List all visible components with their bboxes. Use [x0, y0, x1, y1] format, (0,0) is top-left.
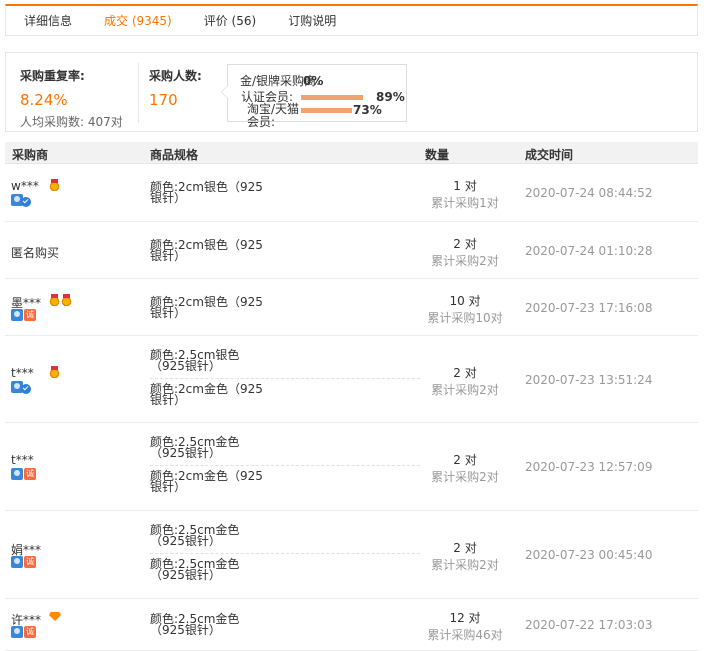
buyer-name[interactable]: t***	[11, 366, 34, 380]
transaction-time: 2020-07-22 17:03:03	[525, 618, 653, 632]
verified-user-icon[interactable]	[11, 626, 23, 638]
avg-purchase-value: 407对	[87, 115, 123, 129]
tab-details[interactable]: 详细信息	[6, 7, 88, 35]
quantity: 2 对	[453, 236, 477, 251]
quantity: 2 对	[453, 453, 477, 467]
table-row: 许*** 诚颜色:2.5cm金色（925银针） 12 对累计采购46对 2020-07…	[5, 599, 698, 651]
buyer-badges	[11, 380, 31, 394]
avg-purchase-label: 人均采购数:	[20, 115, 85, 129]
buyer-name[interactable]: w***	[11, 179, 39, 193]
product-spec: 颜色:2cm银色（925银针）	[150, 294, 263, 320]
spec-separator	[150, 378, 420, 379]
cumulative-purchase: 累计采购2对	[431, 470, 499, 484]
certified-check-icon[interactable]	[21, 197, 31, 207]
col-qty: 数量	[425, 148, 450, 162]
product-spec: 颜色:2cm银色（925银针）	[150, 180, 263, 205]
tab-bar: 详细信息 成交 (9345) 评价 (56) 订购说明	[5, 4, 698, 36]
buyer-badges-inline	[49, 179, 60, 191]
quantity: 1 对	[453, 179, 477, 193]
transaction-time: 2020-07-23 13:51:24	[525, 372, 653, 387]
cheng-badge-icon[interactable]: 诚	[24, 626, 36, 638]
popup-bar-certified	[301, 95, 363, 100]
cumulative-purchase: 累计采购46对	[427, 628, 503, 642]
cheng-badge-icon[interactable]: 诚	[24, 468, 36, 480]
cumulative-purchase: 累计采购2对	[431, 558, 499, 572]
transaction-time: 2020-07-24 01:10:28	[525, 243, 653, 258]
purchase-summary: 采购重复率: 8.24% 人均采购数: 407对 采购人数: 170 金/银牌采…	[5, 52, 698, 132]
spec-separator	[150, 553, 420, 554]
verified-user-icon[interactable]	[11, 468, 23, 480]
product-spec: 颜色:2.5cm金色（925银针）	[150, 435, 240, 460]
summary-divider	[138, 63, 139, 123]
transaction-time: 2020-07-23 17:16:08	[525, 300, 653, 315]
popup-label-taobao: 淘宝/天猫会员:	[247, 102, 300, 129]
transaction-time: 2020-07-24 08:44:52	[525, 186, 653, 200]
medal-icon[interactable]	[49, 179, 60, 191]
product-spec: 颜色:2.5cm金色（925银针）	[150, 523, 240, 548]
cumulative-purchase: 累计采购2对	[431, 382, 499, 397]
buyer-name[interactable]: t***	[11, 453, 34, 467]
buyer-badges-inline	[49, 293, 72, 306]
col-spec: 商品规格	[150, 148, 199, 162]
cumulative-purchase: 累计采购2对	[431, 253, 499, 268]
popup-bar-taobao	[301, 108, 352, 113]
repeat-rate-label: 采购重复率:	[20, 69, 85, 83]
tab-transactions[interactable]: 成交 (9345)	[88, 7, 188, 35]
buyer-badges: 诚	[11, 468, 36, 480]
verified-user-icon[interactable]	[11, 556, 23, 568]
product-spec: 颜色:2.5cm金色（925银针）	[150, 612, 240, 637]
popup-pct-taobao: 73%	[353, 103, 382, 117]
quantity: 2 对	[453, 365, 477, 380]
spec-separator	[150, 465, 420, 466]
buyer-count-stat[interactable]: 采购人数: 170	[149, 67, 202, 109]
buyer-count-value: 170	[149, 91, 178, 109]
diamond-icon[interactable]	[49, 612, 61, 621]
popup-pct-gold: 0%	[303, 74, 324, 88]
buyer-name[interactable]: 匿名购买	[11, 244, 59, 261]
col-buyer: 采购商	[12, 148, 49, 162]
buyer-badges-inline	[49, 365, 60, 378]
buyer-badges: 诚	[11, 556, 36, 568]
buyer-breakdown-popup: 金/银牌采购商: 0% 认证会员: 89% 淘宝/天猫会员: 73%	[221, 64, 407, 129]
certified-check-icon[interactable]	[21, 383, 31, 394]
popup-arrow	[221, 85, 228, 99]
table-row: 匿名购买 颜色:2cm银色（925银针） 2 对累计采购2对 2020-07-24 0…	[5, 222, 698, 279]
table-row: 墨*** 诚颜色:2cm银色（925银针） 10 对累计采购10对 2020-07-2…	[5, 279, 698, 336]
cheng-badge-icon[interactable]: 诚	[24, 308, 36, 321]
tab-order-instructions[interactable]: 订购说明	[272, 7, 352, 35]
cumulative-purchase: 累计采购10对	[427, 310, 503, 325]
product-spec: 颜色:2cm金色（925银针）	[150, 382, 263, 407]
cumulative-purchase: 累计采购1对	[431, 196, 499, 210]
repeat-rate-stat: 采购重复率: 8.24% 人均采购数: 407对	[20, 67, 123, 130]
buyer-count-label: 采购人数:	[149, 69, 202, 83]
table-header: 采购商 商品规格 数量 成交时间	[5, 142, 698, 164]
table-row: w*** 颜色:2cm银色（925银针） 1 对累计采购1对 2020-07-24 0…	[5, 164, 698, 222]
verified-user-icon[interactable]	[11, 308, 23, 321]
buyer-badges-inline	[49, 612, 61, 621]
table-row: t*** 颜色:2.5cm银色（925银针） 颜色:2cm金色（925银针） 2 对累…	[5, 336, 698, 423]
avg-purchase: 人均采购数: 407对	[20, 113, 123, 130]
product-spec: 颜色:2.5cm银色（925银针）	[150, 348, 240, 373]
buyer-badges: 诚	[11, 308, 36, 321]
product-spec: 颜色:2cm银色（925银针）	[150, 237, 263, 263]
buyer-badges	[11, 194, 31, 207]
transaction-time: 2020-07-23 12:57:09	[525, 460, 653, 474]
quantity: 10 对	[449, 293, 481, 308]
tab-reviews[interactable]: 评价 (56)	[188, 7, 272, 35]
repeat-rate-value: 8.24%	[20, 91, 68, 109]
col-time: 成交时间	[525, 148, 574, 162]
transaction-time: 2020-07-23 00:45:40	[525, 548, 653, 562]
medal-icon[interactable]	[49, 365, 60, 378]
medal-icon[interactable]	[61, 293, 72, 306]
table-row: t*** 诚 颜色:2.5cm金色（925银针） 颜色:2cm金色（925银针） 2 对…	[5, 423, 698, 511]
cheng-badge-icon[interactable]: 诚	[24, 556, 36, 568]
buyer-badges: 诚	[11, 626, 36, 638]
table-row: 娟*** 诚颜色:2.5cm金色（925银针） 颜色:2.5cm金色（925银针） 2…	[5, 511, 698, 599]
medal-icon[interactable]	[49, 293, 60, 306]
product-spec: 颜色:2cm金色（925银针）	[150, 469, 263, 494]
product-spec: 颜色:2.5cm金色（925银针）	[150, 557, 240, 582]
quantity: 2 对	[453, 541, 477, 555]
quantity: 12 对	[449, 611, 481, 625]
